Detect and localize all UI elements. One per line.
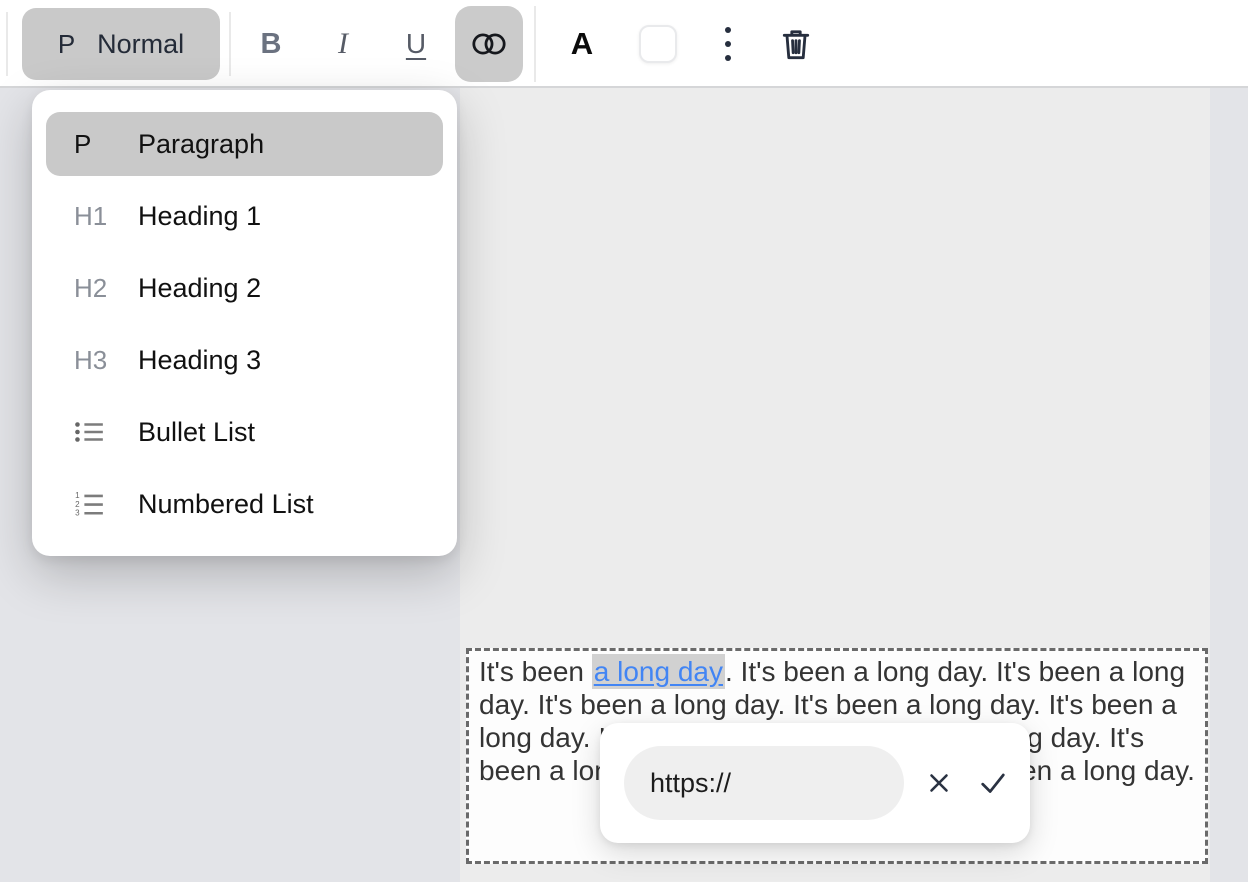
editor-toolbar: P Normal B I U A [0,0,1248,88]
menu-item-label: Heading 3 [124,345,261,376]
block-style-menu: P Paragraph H1 Heading 1 H2 Heading 2 H3… [32,90,457,556]
bullet-list-icon [60,420,124,444]
more-options-button[interactable] [706,8,750,80]
menu-item-bullet-list[interactable]: Bullet List [46,400,443,464]
menu-item-paragraph[interactable]: P Paragraph [46,112,443,176]
link-url-input[interactable] [624,746,904,820]
block-style-dropdown-button[interactable]: P Normal [22,8,220,80]
paragraph-icon: P [58,29,75,60]
ellipsis-dot [725,27,731,33]
numbered-list-icon: 1 2 3 [60,491,124,517]
menu-item-label: Heading 1 [124,201,261,232]
menu-item-label: Paragraph [124,129,264,160]
underline-button[interactable]: U [390,8,442,80]
confirm-link-button[interactable] [970,760,1016,806]
checkmark-icon [977,767,1009,799]
text-link[interactable]: a long day [594,656,723,687]
delete-button[interactable] [766,8,826,80]
text-color-button[interactable]: A [556,8,608,80]
toolbar-divider [6,12,8,76]
toolbar-divider [534,6,536,82]
ellipsis-dot [725,41,731,47]
text-before-link: It's been [479,656,592,687]
menu-item-label: Numbered List [124,489,314,520]
block-style-label: Normal [97,29,184,60]
toolbar-divider [229,12,231,76]
text-selection-highlight: a long day [592,654,725,689]
menu-item-label: Heading 2 [124,273,261,304]
italic-button[interactable]: I [318,8,368,80]
heading-2-icon: H2 [60,273,124,304]
heading-3-icon: H3 [60,345,124,376]
bold-button[interactable]: B [246,8,296,80]
link-icon [472,33,506,55]
menu-item-numbered-list[interactable]: 1 2 3 Numbered List [46,472,443,536]
paragraph-icon: P [60,129,124,160]
ellipsis-dot [725,55,731,61]
rich-text-editor-app: P Normal B I U A [0,0,1248,882]
close-icon [924,768,954,798]
cancel-link-button[interactable] [916,760,962,806]
menu-item-heading-3[interactable]: H3 Heading 3 [46,328,443,392]
highlight-color-swatch-button[interactable] [639,25,677,63]
trash-icon [778,26,814,62]
link-edit-popup [600,723,1030,843]
page-background: P Paragraph H1 Heading 1 H2 Heading 2 H3… [0,88,1248,882]
menu-item-heading-2[interactable]: H2 Heading 2 [46,256,443,320]
heading-1-icon: H1 [60,201,124,232]
menu-item-label: Bullet List [124,417,255,448]
menu-item-heading-1[interactable]: H1 Heading 1 [46,184,443,248]
svg-text:3: 3 [75,509,80,517]
link-button[interactable] [455,6,523,82]
